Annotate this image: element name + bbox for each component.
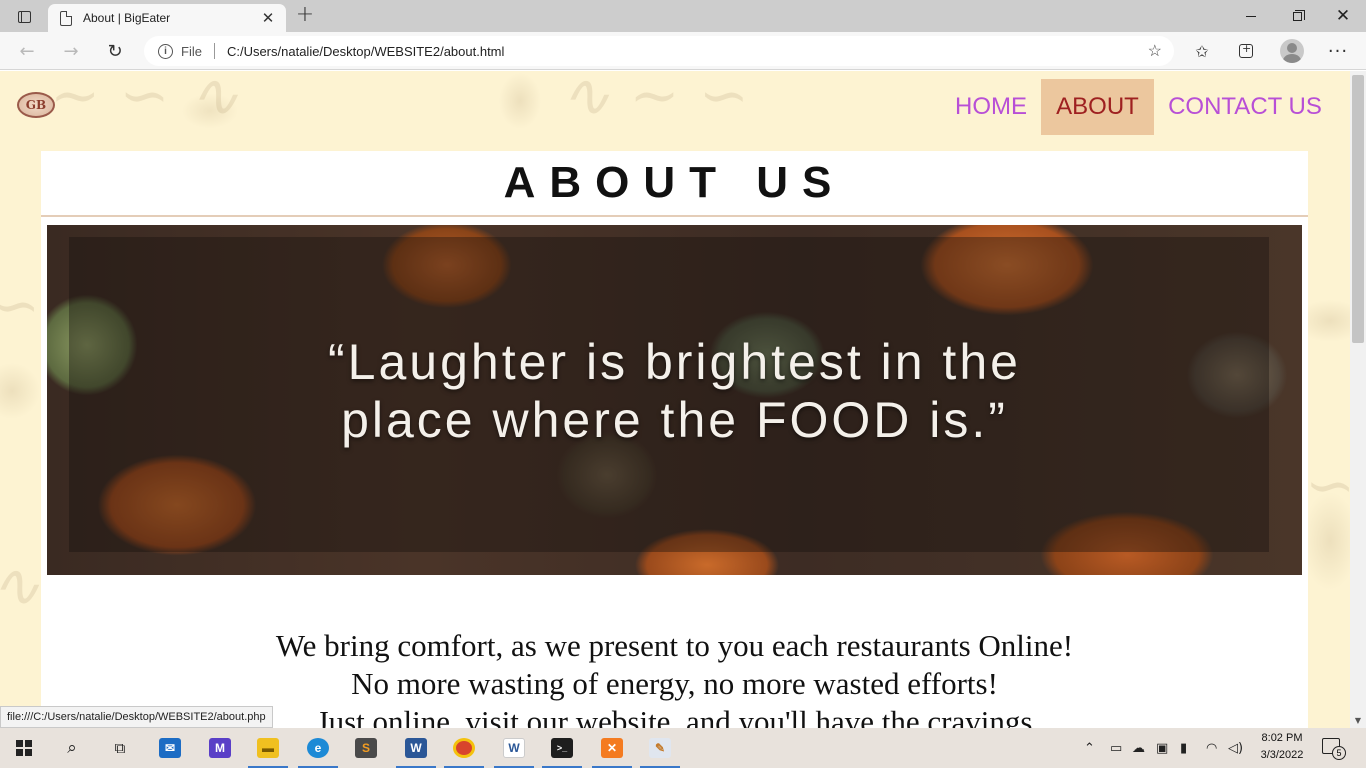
back-icon[interactable]: ←: [12, 38, 42, 64]
close-window-icon[interactable]: ✕: [1320, 0, 1366, 32]
notification-badge: 5: [1332, 746, 1346, 760]
hero-quote-line: “Laughter is brightest in the: [328, 334, 1021, 390]
word-icon[interactable]: W: [392, 728, 440, 768]
background-pattern: ∿ ~ ∽: [560, 71, 749, 131]
show-hidden-icons[interactable]: ⌃: [1084, 728, 1095, 768]
reload-icon[interactable]: ↻: [100, 38, 130, 64]
windows-taskbar: ⌕ ⧉ ✉ M ▬ e S W W >_ ✕ ✎ ⌃ ▭ ☁ ▣ ▮ ◠ ◁) …: [0, 728, 1366, 768]
heading-divider: [41, 215, 1308, 217]
sublime-text-icon[interactable]: S: [342, 728, 390, 768]
page-scrollbar[interactable]: ▲ ▼: [1350, 71, 1366, 728]
page-favicon-icon: [60, 10, 72, 26]
new-tab-icon[interactable]: +: [292, 4, 318, 28]
description-line: No more wasting of energy, no more waste…: [351, 666, 998, 701]
site-logo[interactable]: GB: [17, 92, 55, 118]
meet-now-icon[interactable]: ▭: [1110, 728, 1122, 768]
url-field[interactable]: i File C:/Users/natalie/Desktop/WEBSITE2…: [144, 36, 1174, 66]
edge-icon[interactable]: e: [294, 728, 342, 768]
minimize-icon[interactable]: [1228, 0, 1274, 32]
browser-tab-bar: About | BigEater ✕ + ✕: [0, 0, 1366, 32]
clock-date: 3/3/2022: [1260, 749, 1304, 761]
address-bar: ← → ↻ i File C:/Users/natalie/Desktop/WE…: [0, 32, 1366, 70]
profile-avatar-icon[interactable]: [1280, 39, 1304, 63]
add-favorite-icon[interactable]: ☆: [1148, 41, 1162, 61]
nav-home-link[interactable]: HOME: [950, 79, 1032, 135]
background-pattern: ∽: [0, 271, 40, 341]
background-pattern: ~ ∽ ∿: [50, 71, 239, 131]
xampp-icon[interactable]: ✕: [588, 728, 636, 768]
tab-actions-icon[interactable]: [8, 6, 40, 28]
nav-contact-link[interactable]: CONTACT US: [1163, 79, 1327, 135]
nav-about-link[interactable]: ABOUT: [1041, 79, 1154, 135]
collections-icon[interactable]: [1234, 40, 1258, 62]
url-separator: [213, 43, 215, 59]
start-button[interactable]: [0, 728, 48, 768]
background-pattern: ∽: [1305, 451, 1350, 521]
file-explorer-icon[interactable]: ▬: [244, 728, 292, 768]
forward-icon[interactable]: →: [56, 38, 86, 64]
browser-tab[interactable]: About | BigEater ✕: [48, 4, 286, 32]
wifi-icon[interactable]: ◠: [1206, 728, 1217, 768]
paint-icon[interactable]: ✎: [636, 728, 684, 768]
mail-icon[interactable]: ✉: [146, 728, 194, 768]
battery-icon[interactable]: ▮: [1180, 728, 1187, 768]
tab-title: About | BigEater: [83, 11, 171, 25]
info-icon[interactable]: i: [158, 43, 173, 59]
more-options-icon[interactable]: ···: [1326, 40, 1350, 62]
hero-banner-image: “Laughter is brightest in the place wher…: [47, 225, 1302, 575]
system-clock[interactable]: 8:02 PM 3/3/2022: [1254, 730, 1310, 764]
favorites-icon[interactable]: ✩: [1190, 40, 1214, 62]
clock-time: 8:02 PM: [1261, 732, 1303, 744]
background-pattern: ∿: [0, 551, 40, 621]
word-document-icon[interactable]: W: [490, 728, 538, 768]
onedrive-icon[interactable]: ☁: [1132, 728, 1145, 768]
description-line: We bring comfort, as we present to you e…: [275, 628, 1074, 663]
restore-icon[interactable]: [1274, 0, 1320, 32]
page-title: ABOUT US: [503, 158, 846, 207]
close-tab-icon[interactable]: ✕: [258, 9, 278, 27]
task-view-icon[interactable]: ⧉: [96, 728, 144, 768]
scroll-down-icon[interactable]: ▼: [1350, 714, 1366, 728]
url-scheme: File: [181, 43, 202, 59]
terminal-icon[interactable]: >_: [538, 728, 586, 768]
chrome-icon[interactable]: [440, 728, 488, 768]
volume-icon[interactable]: ◁): [1228, 728, 1243, 768]
search-icon[interactable]: ⌕: [48, 728, 96, 768]
status-url-tooltip: file:///C:/Users/natalie/Desktop/WEBSITE…: [0, 706, 273, 728]
scroll-thumb[interactable]: [1352, 75, 1364, 343]
hero-quote: “Laughter is brightest in the place wher…: [47, 333, 1302, 449]
content-panel: ABOUT US “Laughter is brightest in the p…: [41, 151, 1308, 728]
page-viewport: ~ ∽ ∿ ∿ ~ ∽ ∽ ∿ ∽ GB HOME ABOUT CONTACT …: [0, 71, 1350, 728]
hero-quote-line: place where the FOOD is.”: [341, 392, 1008, 448]
url-text[interactable]: C:/Users/natalie/Desktop/WEBSITE2/about.…: [227, 44, 504, 59]
visual-studio-icon[interactable]: M: [196, 728, 244, 768]
windows-logo-icon: [16, 740, 32, 756]
device-icon[interactable]: ▣: [1156, 728, 1168, 768]
